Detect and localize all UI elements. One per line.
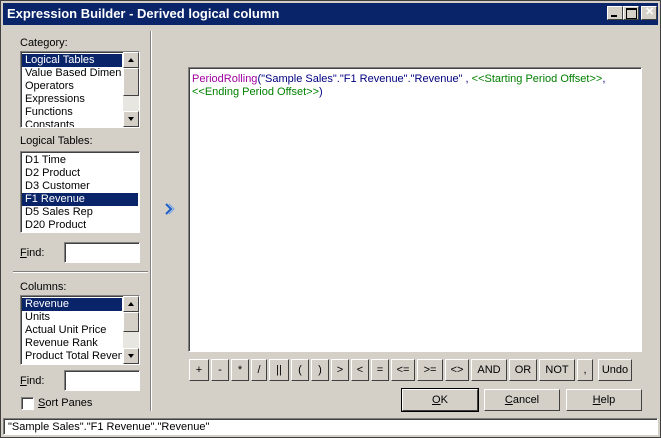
list-item[interactable]: Functions <box>22 106 122 119</box>
expression-editor[interactable]: PeriodRolling("Sample Sales"."F1 Revenue… <box>188 67 642 352</box>
minimize-button[interactable] <box>607 6 623 20</box>
separator: , <box>602 73 606 85</box>
chevron-right-icon <box>165 203 175 215</box>
operator-button[interactable]: >= <box>417 359 443 381</box>
arrow-down-icon <box>128 354 134 358</box>
close-button[interactable]: ✕ <box>641 6 657 20</box>
scroll-down-button[interactable] <box>123 111 139 127</box>
operator-button[interactable]: OR <box>509 359 537 381</box>
find-tables-input[interactable] <box>64 242 140 263</box>
operator-button[interactable]: < <box>351 359 369 381</box>
left-divider <box>13 271 148 273</box>
arrow-up-icon <box>128 302 134 306</box>
operator-button[interactable]: / <box>251 359 267 381</box>
logical-tables-label: Logical Tables: <box>20 135 93 147</box>
scroll-thumb[interactable] <box>123 68 139 96</box>
maximize-icon <box>626 8 637 19</box>
list-item[interactable]: Units <box>22 311 122 324</box>
scroll-up-button[interactable] <box>123 52 139 68</box>
operator-button[interactable]: + <box>189 359 209 381</box>
list-item[interactable]: Constants <box>22 119 122 127</box>
find-columns-input[interactable] <box>64 370 140 391</box>
sort-panes-label: Sort Panes <box>38 397 93 409</box>
operator-button[interactable]: NOT <box>539 359 575 381</box>
scroll-up-button[interactable] <box>123 296 139 312</box>
starting-offset-placeholder[interactable]: <<Starting Period Offset>> <box>472 73 603 85</box>
separator: , <box>462 73 472 85</box>
scroll-thumb[interactable] <box>123 312 139 332</box>
logical-tables-list[interactable]: D1 Time D2 Product D3 Customer F1 Revenue D5… <box>20 151 140 233</box>
list-item[interactable]: Product Total Revenue <box>22 350 122 363</box>
insert-button[interactable] <box>163 201 177 217</box>
paren-close: ) <box>319 86 323 98</box>
operator-button[interactable]: <= <box>391 359 415 381</box>
operator-button[interactable]: , <box>577 359 593 381</box>
expression-builder-window: Expression Builder - Derived logical col… <box>0 0 661 438</box>
status-text: "Sample Sales"."F1 Revenue"."Revenue" <box>8 421 210 433</box>
maximize-button[interactable] <box>623 6 639 20</box>
scroll-down-button[interactable] <box>123 348 139 364</box>
list-item[interactable]: D3 Customer <box>22 180 138 193</box>
sort-panes-checkbox[interactable] <box>21 397 34 410</box>
category-list[interactable]: Logical TablesValue Based DimensionsOper… <box>20 51 140 128</box>
category-scrollbar[interactable] <box>123 52 139 127</box>
list-item[interactable]: Logical Tables <box>22 54 122 67</box>
title-bar[interactable]: Expression Builder - Derived logical col… <box>3 3 658 25</box>
operator-button[interactable]: ( <box>291 359 309 381</box>
arrow-down-icon <box>128 117 134 121</box>
ending-offset-placeholder[interactable]: <<Ending Period Offset>> <box>192 86 319 98</box>
cancel-button[interactable]: Cancel <box>484 389 560 411</box>
list-item[interactable]: Value Based Dimensions <box>22 67 122 80</box>
vertical-divider <box>150 31 152 411</box>
help-button[interactable]: Help <box>566 389 642 411</box>
operator-button[interactable]: = <box>371 359 389 381</box>
find-columns-label: Find: <box>20 375 45 387</box>
category-label: Category: <box>20 37 68 49</box>
list-item[interactable]: D2 Product <box>22 167 138 180</box>
operator-button[interactable]: AND <box>471 359 507 381</box>
columns-scrollbar[interactable] <box>123 296 139 364</box>
list-item[interactable]: Actual Unit Price <box>22 324 122 337</box>
column-reference: "Sample Sales"."F1 Revenue"."Revenue" <box>261 73 463 85</box>
window-title: Expression Builder - Derived logical col… <box>7 6 280 21</box>
columns-list[interactable]: Revenue Units Actual Unit Price Revenue Ran… <box>20 295 140 365</box>
list-item[interactable]: Expressions <box>22 93 122 106</box>
list-item[interactable]: D5 Sales Rep <box>22 206 138 219</box>
list-item[interactable]: Revenue <box>22 298 122 311</box>
operator-button[interactable]: * <box>231 359 249 381</box>
function-token: PeriodRolling <box>192 73 258 85</box>
list-item[interactable]: D1 Time <box>22 154 138 167</box>
operator-button[interactable]: ) <box>311 359 329 381</box>
list-item[interactable]: D20 Product <box>22 219 138 232</box>
operator-button[interactable]: > <box>331 359 349 381</box>
minimize-icon <box>611 15 617 17</box>
columns-label: Columns: <box>20 281 67 293</box>
expression-text: PeriodRolling("Sample Sales"."F1 Revenue… <box>192 73 632 99</box>
list-item[interactable]: Operators <box>22 80 122 93</box>
operator-button[interactable]: - <box>211 359 229 381</box>
find-tables-label: Find: <box>20 247 45 259</box>
operator-button[interactable]: <> <box>445 359 469 381</box>
list-item[interactable]: Revenue Rank <box>22 337 122 350</box>
arrow-up-icon <box>128 58 134 62</box>
operator-button[interactable]: || <box>269 359 289 381</box>
list-item[interactable]: F1 Revenue <box>22 193 138 206</box>
ok-button[interactable]: OK <box>401 388 479 412</box>
close-icon: ✕ <box>645 6 655 18</box>
operator-button[interactable]: Undo <box>598 359 632 381</box>
status-bar: "Sample Sales"."F1 Revenue"."Revenue" <box>3 418 658 435</box>
